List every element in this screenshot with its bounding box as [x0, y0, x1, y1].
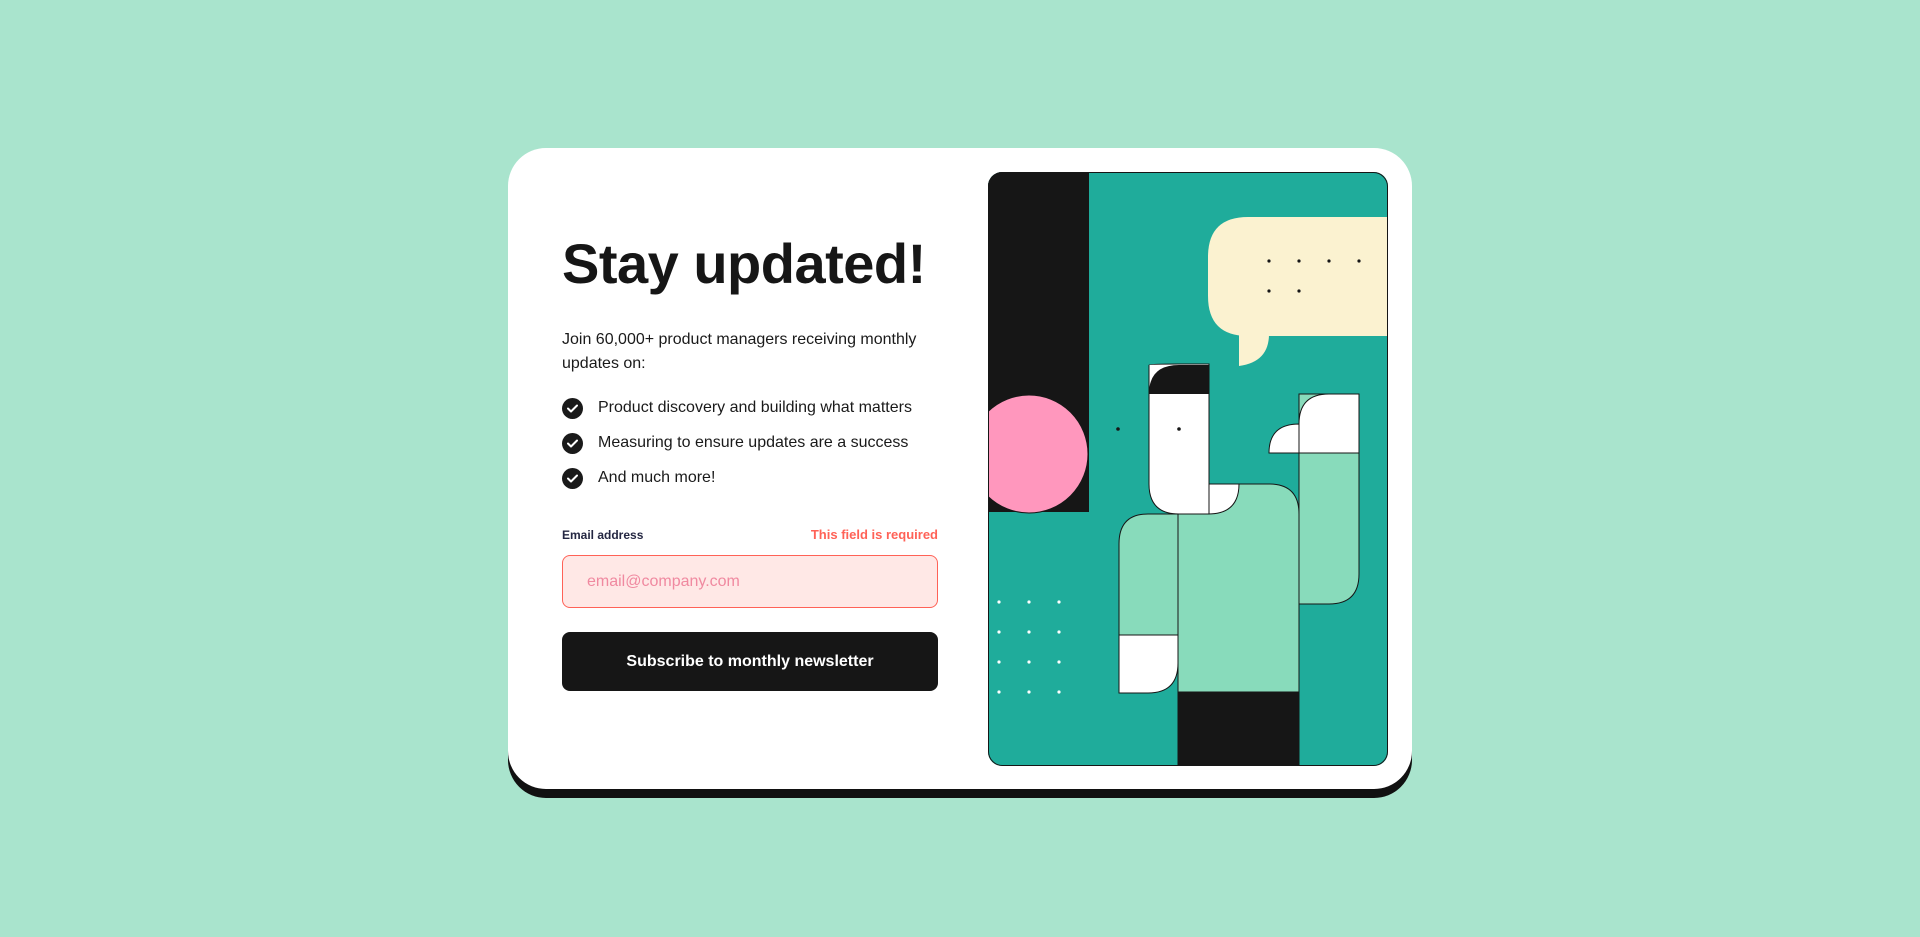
email-input[interactable] — [562, 555, 938, 608]
page-title: Stay updated! — [562, 232, 926, 295]
intro-text: Join 60,000+ product managers receiving … — [562, 331, 917, 372]
newsletter-card: Stay updated! Join 60,000+ product manag… — [508, 148, 1412, 789]
email-label: Email address — [562, 528, 644, 542]
check-circle-icon — [562, 432, 583, 454]
feature-text: Product discovery and building what matt… — [598, 399, 912, 416]
check-circle-icon — [562, 397, 583, 419]
feature-text: And much more! — [598, 469, 716, 486]
feature-text: Measuring to ensure updates are a succes… — [598, 434, 909, 451]
feature-list: Product discovery and building what matt… — [562, 396, 912, 501]
list-item: Measuring to ensure updates are a succes… — [562, 431, 912, 455]
hero-illustration — [988, 172, 1388, 766]
email-field-header: Email address This field is required — [562, 527, 938, 542]
list-item: Product discovery and building what matt… — [562, 396, 912, 420]
check-circle-icon — [562, 467, 583, 489]
list-item: And much more! — [562, 466, 912, 490]
subscribe-button[interactable]: Subscribe to monthly newsletter — [562, 632, 938, 691]
error-message: This field is required — [810, 527, 938, 542]
